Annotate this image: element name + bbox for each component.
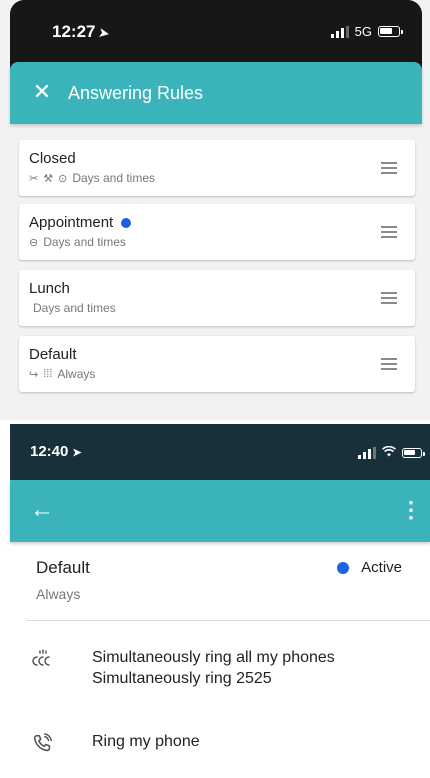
page-title: Answering Rules bbox=[68, 83, 204, 103]
multi-ring-icon bbox=[30, 647, 56, 673]
phone-forward-icon: ✂ bbox=[29, 172, 39, 185]
drag-handle-icon[interactable] bbox=[381, 162, 397, 174]
action-line-2: Simultaneously ring 2525 bbox=[92, 670, 272, 687]
rule-subtitle: Days and times bbox=[72, 171, 156, 185]
rule-subtitle-row: ✂ ⚒ ⊙ Days and times bbox=[29, 171, 155, 185]
rule-subtitle-row: ↪ ⁞⁞⁞ Always bbox=[29, 367, 95, 381]
phone-ringing-icon bbox=[30, 731, 56, 757]
rule-subtitle-row: Days and times bbox=[33, 301, 116, 315]
action-text: Ring my phone bbox=[92, 731, 200, 752]
status-time-group: 12:40 ➤ bbox=[30, 443, 82, 460]
rule-title: Default bbox=[36, 558, 90, 577]
active-status: Active bbox=[337, 559, 402, 576]
drag-handle-icon[interactable] bbox=[381, 358, 397, 370]
battery-icon bbox=[378, 26, 403, 37]
app-bar: ✕ Answering Rules bbox=[10, 62, 422, 124]
tools-icon: ⚒ bbox=[43, 172, 54, 185]
rule-name: Closed bbox=[29, 150, 76, 167]
action-item-simultaneous-ring[interactable]: Simultaneously ring all my phones Simult… bbox=[30, 647, 335, 689]
wifi-icon bbox=[382, 445, 396, 460]
status-indicators bbox=[358, 445, 425, 460]
status-time: 12:40 bbox=[30, 443, 69, 460]
network-type: 5G bbox=[354, 24, 372, 39]
rule-name: Appointment bbox=[29, 214, 132, 231]
back-arrow-icon[interactable]: ← bbox=[28, 496, 56, 524]
rule-schedule: Always bbox=[36, 586, 81, 602]
app-bar: ← ⋮ bbox=[10, 480, 430, 542]
drag-handle-icon[interactable] bbox=[381, 226, 397, 238]
action-text: Simultaneously ring all my phones Simult… bbox=[92, 647, 335, 689]
location-arrow-icon: ➤ bbox=[72, 447, 82, 459]
rule-subtitle: Days and times bbox=[43, 235, 126, 249]
answering-rules-screen: 12:27 ➤ 5G ✕ Answering Rules Closed ✂ ⚒ ⊙… bbox=[0, 0, 430, 420]
location-arrow-icon: ➤ bbox=[98, 25, 111, 41]
action-item-ring-my-phone[interactable]: Ring my phone bbox=[30, 731, 200, 757]
rule-name: Default bbox=[29, 346, 77, 363]
rule-subtitle: Days and times bbox=[33, 301, 116, 315]
status-bar: 12:40 ➤ bbox=[10, 424, 430, 480]
active-label: Active bbox=[361, 559, 402, 576]
action-line-1: Ring my phone bbox=[92, 733, 200, 750]
signal-icon bbox=[330, 25, 349, 38]
rule-item-closed[interactable]: Closed ✂ ⚒ ⊙ Days and times bbox=[19, 140, 415, 196]
signal-icon bbox=[358, 446, 376, 459]
rule-name: Lunch bbox=[29, 280, 70, 297]
rule-item-default[interactable]: Default ↪ ⁞⁞⁞ Always bbox=[19, 336, 415, 392]
status-bar: 12:27 ➤ 5G bbox=[10, 0, 422, 70]
rule-item-appointment[interactable]: Appointment ⊖ Days and times bbox=[19, 204, 415, 260]
clock-icon: ⊙ bbox=[58, 172, 68, 185]
drag-handle-icon[interactable] bbox=[381, 292, 397, 304]
clock-icon: ⊖ bbox=[29, 236, 39, 249]
status-indicators: 5G bbox=[330, 24, 403, 39]
active-dot-icon bbox=[121, 217, 132, 228]
rule-subtitle-row: ⊖ Days and times bbox=[29, 235, 126, 249]
rule-detail-screen: 12:40 ➤ ← ⋮ Default Always Active Simulta… bbox=[0, 420, 430, 778]
status-time: 12:27 bbox=[52, 22, 96, 41]
active-dot-icon bbox=[337, 561, 350, 574]
battery-icon bbox=[402, 447, 425, 458]
forward-arrow-icon: ↪ bbox=[29, 368, 39, 381]
more-options-icon[interactable]: ⋮ bbox=[400, 496, 422, 524]
status-time-group: 12:27 ➤ bbox=[52, 22, 111, 42]
rule-item-lunch[interactable]: Lunch Days and times bbox=[19, 270, 415, 326]
multi-ring-icon: ⁞⁞⁞ bbox=[43, 368, 53, 380]
rule-subtitle: Always bbox=[57, 367, 96, 381]
divider bbox=[26, 620, 430, 621]
action-line-1: Simultaneously ring all my phones bbox=[92, 649, 335, 666]
close-icon[interactable]: ✕ bbox=[30, 80, 54, 104]
